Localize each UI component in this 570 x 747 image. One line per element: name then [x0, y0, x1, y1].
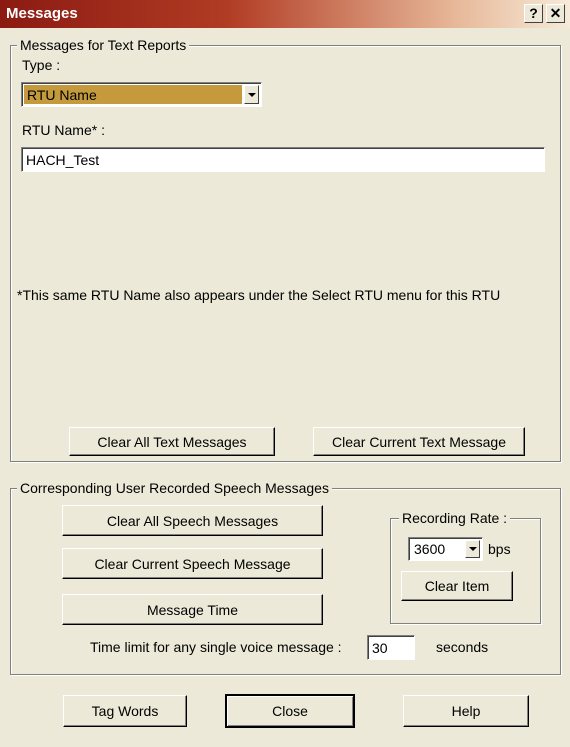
clear-all-speech-messages-button[interactable]: Clear All Speech Messages	[62, 505, 323, 536]
window-title: Messages	[6, 5, 78, 22]
recording-rate-value: 3600	[414, 541, 446, 557]
clear-current-text-message-button[interactable]: Clear Current Text Message	[313, 427, 525, 456]
rtu-name-note: *This same RTU Name also appears under t…	[17, 287, 501, 303]
rtu-name-field[interactable]: HACH_Test	[21, 147, 545, 172]
text-reports-group-label: Messages for Text Reports	[17, 37, 190, 53]
close-icon[interactable]: ✕	[546, 4, 565, 23]
clear-all-text-messages-button[interactable]: Clear All Text Messages	[69, 427, 275, 456]
time-limit-unit: seconds	[436, 639, 489, 655]
tag-words-button[interactable]: Tag Words	[63, 695, 187, 727]
help-icon[interactable]: ?	[524, 4, 543, 23]
message-time-button[interactable]: Message Time	[62, 594, 323, 625]
time-limit-label: Time limit for any single voice message …	[90, 639, 342, 655]
type-label: Type :	[22, 57, 61, 73]
rtu-name-label: RTU Name* :	[22, 122, 105, 138]
recording-rate-unit: bps	[488, 541, 511, 557]
title-bar: Messages ? ✕	[0, 0, 570, 28]
type-dropdown-value: RTU Name	[24, 85, 242, 104]
help-button[interactable]: Help	[403, 695, 529, 727]
recording-rate-dropdown[interactable]: 3600	[408, 537, 483, 561]
close-button[interactable]: Close	[225, 694, 355, 728]
chevron-down-icon[interactable]	[244, 85, 259, 104]
recording-rate-label: Recording Rate :	[399, 510, 511, 526]
speech-messages-group-label: Corresponding User Recorded Speech Messa…	[17, 480, 332, 496]
type-dropdown[interactable]: RTU Name	[21, 82, 262, 107]
clear-current-speech-message-button[interactable]: Clear Current Speech Message	[62, 548, 323, 579]
text-reports-group: Messages for Text Reports	[10, 37, 561, 462]
chevron-down-icon[interactable]	[465, 540, 480, 558]
time-limit-field[interactable]: 30	[367, 635, 415, 660]
clear-item-button[interactable]: Clear Item	[401, 571, 513, 601]
